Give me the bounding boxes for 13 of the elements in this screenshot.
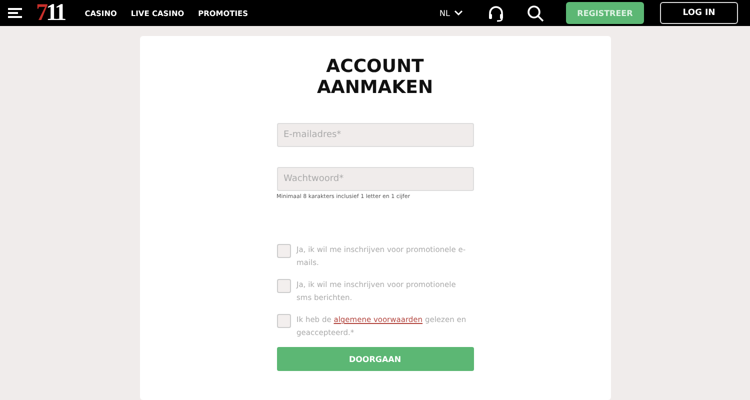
- checkbox[interactable]: [276, 244, 290, 258]
- checkbox[interactable]: [276, 314, 290, 328]
- headset-icon[interactable]: [487, 4, 505, 22]
- form-title: ACCOUNT AANMAKEN: [316, 56, 434, 98]
- menu-icon[interactable]: [8, 8, 22, 18]
- search-icon[interactable]: [527, 4, 544, 22]
- language-selector[interactable]: NL: [440, 8, 463, 18]
- logo[interactable]: 711: [36, 1, 65, 25]
- input-field[interactable]: Wachtwoord*: [276, 167, 474, 191]
- login-button[interactable]: LOG IN: [660, 2, 738, 24]
- input-field[interactable]: E-mailadres*: [276, 123, 474, 147]
- checkbox[interactable]: [276, 279, 290, 293]
- caret-icon: [454, 10, 463, 16]
